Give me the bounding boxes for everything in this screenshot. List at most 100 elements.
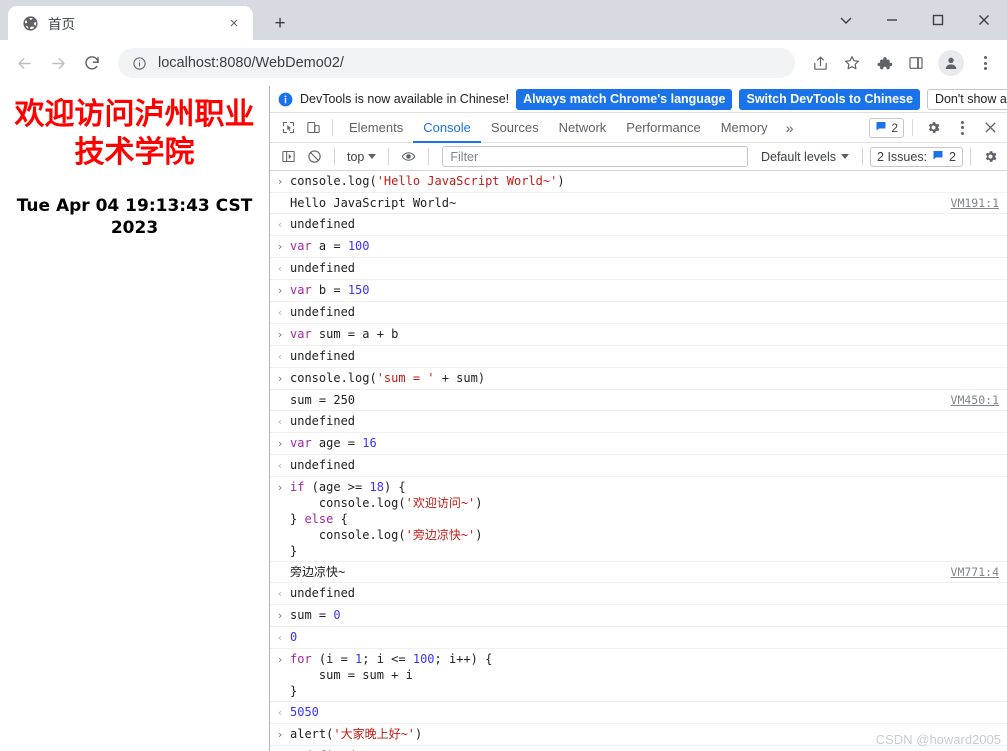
share-icon[interactable] bbox=[805, 48, 835, 78]
dont-show-again-button[interactable]: Don't show again bbox=[926, 88, 1007, 110]
console-row-content: console.log('sum = ' + sum) bbox=[290, 370, 1007, 386]
new-tab-button[interactable]: + bbox=[265, 8, 295, 38]
gear-icon[interactable] bbox=[921, 115, 946, 140]
live-expression-icon[interactable] bbox=[396, 144, 421, 169]
profile-avatar-icon[interactable] bbox=[938, 50, 964, 76]
console-row-content: for (i = 1; i <= 100; i++) { sum = sum +… bbox=[290, 651, 1007, 699]
issues-count: 2 bbox=[949, 149, 956, 164]
execution-context-select[interactable]: top bbox=[342, 146, 381, 167]
clear-console-icon[interactable] bbox=[302, 144, 327, 169]
tab-search-icon[interactable] bbox=[823, 0, 869, 40]
code-token: 旁边凉快~ bbox=[290, 565, 346, 579]
close-icon[interactable] bbox=[961, 0, 1007, 40]
console-row-content: undefined bbox=[290, 260, 1007, 276]
close-icon[interactable]: × bbox=[223, 12, 245, 34]
kebab-dot bbox=[960, 126, 964, 129]
switch-devtools-to-chinese-button[interactable]: Switch DevTools to Chinese bbox=[739, 88, 920, 110]
inspect-cursor-icon[interactable] bbox=[276, 115, 301, 140]
console-row-output: ‹ undefined bbox=[270, 411, 1007, 433]
message-bubble-icon bbox=[875, 120, 887, 135]
console-row-content: undefined bbox=[290, 413, 1007, 429]
code-token: sum = a + b bbox=[311, 327, 399, 341]
issues-badge[interactable]: 2 Issues: 2 bbox=[870, 146, 963, 167]
log-levels-value: Default levels bbox=[760, 149, 837, 164]
device-toolbar-icon[interactable] bbox=[301, 115, 326, 140]
code-token: 5050 bbox=[290, 705, 319, 719]
tab-memory[interactable]: Memory bbox=[711, 113, 778, 143]
source-link[interactable]: VM191:1 bbox=[951, 195, 1007, 211]
code-token: sum = bbox=[290, 608, 334, 622]
console-log-area[interactable]: › console.log('Hello JavaScript World~') H… bbox=[270, 171, 1007, 751]
console-row-output: ‹ undefined bbox=[270, 214, 1007, 236]
kebab-dot bbox=[960, 131, 964, 135]
console-filter-input[interactable] bbox=[442, 146, 748, 167]
source-link[interactable]: VM450:1 bbox=[951, 392, 1007, 408]
menu-kebab-icon[interactable] bbox=[948, 113, 976, 143]
log-levels-select[interactable]: Default levels bbox=[755, 150, 855, 164]
console-row-content: var b = 150 bbox=[290, 282, 1007, 298]
console-output-arrow-icon: ‹ bbox=[276, 350, 284, 363]
gear-icon[interactable] bbox=[978, 144, 1003, 169]
console-output-arrow-icon: ‹ bbox=[276, 631, 284, 644]
close-icon[interactable] bbox=[978, 115, 1003, 140]
tab-elements[interactable]: Elements bbox=[339, 113, 413, 143]
source-link[interactable]: VM771:4 bbox=[951, 564, 1007, 580]
console-row-output: ‹ 0 bbox=[270, 627, 1007, 649]
console-input-arrow-icon: › bbox=[276, 481, 284, 494]
devtools-tab-bar: Elements Console Sources Network Perform… bbox=[270, 113, 1007, 143]
back-arrow-icon[interactable] bbox=[8, 47, 40, 79]
tab-network[interactable]: Network bbox=[549, 113, 617, 143]
reload-icon[interactable] bbox=[76, 47, 108, 79]
menu-kebab-icon[interactable] bbox=[971, 48, 999, 78]
code-token: var bbox=[290, 239, 312, 253]
console-row-result: Hello JavaScript World~ VM191:1 bbox=[270, 193, 1007, 214]
devtools-language-notice: DevTools is now available in Chinese! Al… bbox=[270, 86, 1007, 113]
console-output-arrow-icon: ‹ bbox=[276, 262, 284, 275]
bookmark-star-icon[interactable] bbox=[837, 48, 867, 78]
always-match-language-button[interactable]: Always match Chrome's language bbox=[516, 88, 733, 110]
address-bar[interactable]: localhost:8080/WebDemo02/ bbox=[118, 48, 795, 78]
console-row-output: ‹ 5050 bbox=[270, 702, 1007, 724]
kebab-dot bbox=[983, 61, 987, 65]
info-circle-icon[interactable] bbox=[132, 56, 147, 71]
console-row-content: undefined bbox=[290, 304, 1007, 320]
code-token: var bbox=[290, 283, 312, 297]
divider bbox=[388, 148, 390, 165]
content-area: 欢迎访问泸州职业技术学院 Tue Apr 04 19:13:43 CST 202… bbox=[0, 86, 1007, 751]
extensions-puzzle-icon[interactable] bbox=[869, 48, 899, 78]
browser-tab[interactable]: 首页 × bbox=[8, 6, 253, 40]
console-row-content: if (age >= 18) { console.log('欢迎访问~') } … bbox=[290, 479, 1007, 559]
kebab-dot bbox=[960, 120, 964, 124]
tab-console[interactable]: Console bbox=[413, 113, 481, 143]
divider bbox=[912, 119, 913, 136]
tab-performance[interactable]: Performance bbox=[616, 113, 710, 143]
code-token: 'Hello JavaScript World~' bbox=[376, 174, 558, 188]
minimize-icon[interactable] bbox=[869, 0, 915, 40]
url-input[interactable]: localhost:8080/WebDemo02/ bbox=[158, 55, 344, 71]
code-token: 18 bbox=[369, 480, 384, 494]
console-row-content: 5050 bbox=[290, 704, 1007, 720]
code-token: '旁边凉快~' bbox=[405, 528, 476, 542]
side-panel-icon[interactable] bbox=[901, 48, 931, 78]
browser-window: 首页 × + localhost:8080/WebDemo02/ 欢迎访问泸州职… bbox=[0, 0, 1007, 751]
forward-arrow-icon[interactable] bbox=[42, 47, 74, 79]
code-token: a = bbox=[311, 239, 348, 253]
code-token: (age >= bbox=[304, 480, 370, 494]
more-tabs-button[interactable]: » bbox=[778, 113, 802, 143]
tab-sources[interactable]: Sources bbox=[481, 113, 549, 143]
divider bbox=[332, 119, 333, 136]
console-filter-bar: top Default levels 2 Issues: bbox=[270, 143, 1007, 171]
page-viewport: 欢迎访问泸州职业技术学院 Tue Apr 04 19:13:43 CST 202… bbox=[0, 86, 270, 751]
code-token: Hello JavaScript World~ bbox=[290, 196, 457, 210]
console-sidebar-icon[interactable] bbox=[276, 144, 301, 169]
code-token: if bbox=[290, 480, 305, 494]
console-row-input: › var sum = a + b bbox=[270, 324, 1007, 346]
message-bubble-icon bbox=[932, 149, 944, 164]
divider bbox=[862, 148, 864, 165]
code-token: sum = 250 bbox=[290, 393, 356, 407]
message-count-badge[interactable]: 2 bbox=[869, 117, 904, 138]
code-token: else bbox=[304, 512, 334, 526]
code-token: alert( bbox=[290, 727, 334, 741]
maximize-icon[interactable] bbox=[915, 0, 961, 40]
console-row-content: Hello JavaScript World~ bbox=[290, 195, 951, 211]
